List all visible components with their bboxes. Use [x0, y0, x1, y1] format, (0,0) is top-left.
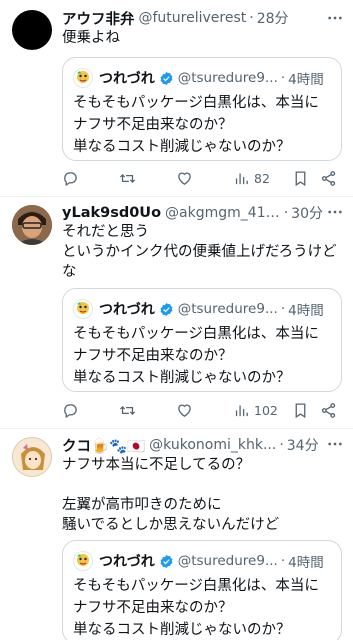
views-button[interactable]: 82 [233, 168, 270, 188]
reply-icon [64, 171, 77, 186]
views-chart-icon [235, 173, 248, 184]
post-3[interactable]: クコ🍺🐾🇯🇵 @kukonomi_khk... · 34分 ナフサ本当に不足して… [0, 429, 353, 640]
post-header: クコ🍺🐾🇯🇵 @kukonomi_khk... · 34分 [62, 435, 323, 455]
quoted-timestamp[interactable]: 4時間 [288, 299, 324, 319]
quoted-avatar [73, 68, 93, 88]
reply-icon [64, 403, 77, 418]
verified-badge-icon [160, 302, 173, 316]
separator-dot: · [280, 301, 286, 317]
display-name[interactable]: アウフ非弁 [62, 8, 135, 28]
handle[interactable]: @kukonomi_khk... [149, 437, 276, 453]
separator-dot: · [280, 70, 286, 86]
timestamp[interactable]: 34分 [287, 435, 319, 455]
views-button[interactable]: 102 [233, 400, 278, 420]
quoted-handle[interactable]: @tsuredure9... [178, 301, 278, 317]
quoted-post[interactable]: つれづれ @tsuredure9... · 4時間 そもそもパッケージ白黒化は、… [62, 540, 342, 640]
quoted-avatar [73, 551, 93, 571]
quoted-post[interactable]: つれづれ @tsuredure9... · 4時間 そもそもパッケージ白黒化は、… [62, 57, 342, 161]
handle[interactable]: @akgmgm_4182... [165, 205, 281, 221]
quoted-post-text: そもそもパッケージ白黒化は、本当に ナフサ不足由来なのか？ 単なるコスト削減じゃ… [73, 95, 319, 155]
views-chart-icon [235, 405, 248, 416]
quoted-timestamp[interactable]: 4時間 [288, 68, 324, 88]
post-text: ナフサ本当に不足してるの？ 左翼が高市叩きのために 騒いでるとしか思えないんだけ… [62, 457, 280, 533]
more-options-icon[interactable] [327, 10, 343, 30]
action-bar: 102 [62, 400, 342, 420]
repost-icon [119, 405, 136, 415]
share-button[interactable] [320, 400, 337, 420]
avatar[interactable] [12, 10, 52, 50]
repost-button[interactable] [119, 400, 136, 420]
repost-button[interactable] [119, 168, 136, 188]
post-text: それだと思う というかインク代の便乗値上げだろうけど な [62, 224, 337, 280]
reply-button[interactable] [62, 400, 79, 420]
timestamp[interactable]: 28分 [257, 8, 289, 28]
separator-dot: · [279, 437, 284, 453]
timestamp[interactable]: 30分 [291, 203, 323, 223]
bookmark-icon [295, 402, 306, 418]
like-button[interactable] [176, 400, 193, 420]
display-name[interactable]: クコ🍺🐾🇯🇵 [62, 435, 145, 455]
verified-badge-icon [160, 554, 173, 568]
post-header: アウフ非弁 @futureliverest · 28分 [62, 8, 323, 28]
quoted-post-header: つれづれ @tsuredure9... · 4時間 [73, 68, 333, 88]
action-bar: 82 [62, 168, 342, 188]
quoted-handle[interactable]: @tsuredure9... [178, 553, 278, 569]
verified-badge-icon [160, 71, 173, 85]
quoted-display-name[interactable]: つれづれ [99, 68, 155, 88]
bookmark-icon [295, 170, 306, 186]
separator-dot: · [280, 553, 286, 569]
post-2[interactable]: yLak9sd0Uo @akgmgm_4182... · 30分 それだと思う … [0, 197, 353, 425]
more-options-icon[interactable] [327, 204, 343, 224]
post-text: 便乗よね [62, 30, 120, 46]
separator-dot: · [283, 205, 289, 221]
avatar[interactable] [12, 205, 52, 245]
share-button[interactable] [320, 168, 337, 188]
quoted-avatar [73, 299, 93, 319]
separator-dot: · [249, 10, 254, 26]
quoted-post-header: つれづれ @tsuredure9... · 4時間 [73, 551, 333, 571]
heart-icon [178, 404, 191, 417]
handle[interactable]: @futureliverest [139, 10, 247, 26]
quoted-post[interactable]: つれづれ @tsuredure9... · 4時間 そもそもパッケージ白黒化は、… [62, 288, 342, 392]
post-header: yLak9sd0Uo @akgmgm_4182... · 30分 [62, 203, 323, 223]
quoted-post-text: そもそもパッケージ白黒化は、本当に ナフサ不足由来なのか？ 単なるコスト削減じゃ… [73, 326, 319, 386]
bookmark-button[interactable] [292, 400, 309, 420]
share-icon [321, 402, 336, 418]
quoted-display-name[interactable]: つれづれ [99, 299, 155, 319]
quoted-timestamp[interactable]: 4時間 [288, 551, 324, 571]
views-count: 102 [254, 402, 278, 418]
repost-icon [119, 173, 136, 183]
share-icon [321, 170, 336, 186]
views-count: 82 [254, 170, 270, 186]
more-options-icon[interactable] [327, 436, 343, 456]
bookmark-button[interactable] [292, 168, 309, 188]
heart-icon [178, 172, 191, 185]
post-1[interactable]: アウフ非弁 @futureliverest · 28分 便乗よね つれづれ @t… [0, 0, 353, 196]
quoted-post-text: そもそもパッケージ白黒化は、本当に ナフサ不足由来なのか？ 単なるコスト削減じゃ… [73, 578, 319, 638]
quoted-post-header: つれづれ @tsuredure9... · 4時間 [73, 299, 333, 319]
display-name[interactable]: yLak9sd0Uo [62, 205, 161, 221]
quoted-handle[interactable]: @tsuredure9... [178, 70, 278, 86]
like-button[interactable] [176, 168, 193, 188]
reply-button[interactable] [62, 168, 79, 188]
avatar[interactable] [12, 437, 52, 477]
quoted-display-name[interactable]: つれづれ [99, 551, 155, 571]
